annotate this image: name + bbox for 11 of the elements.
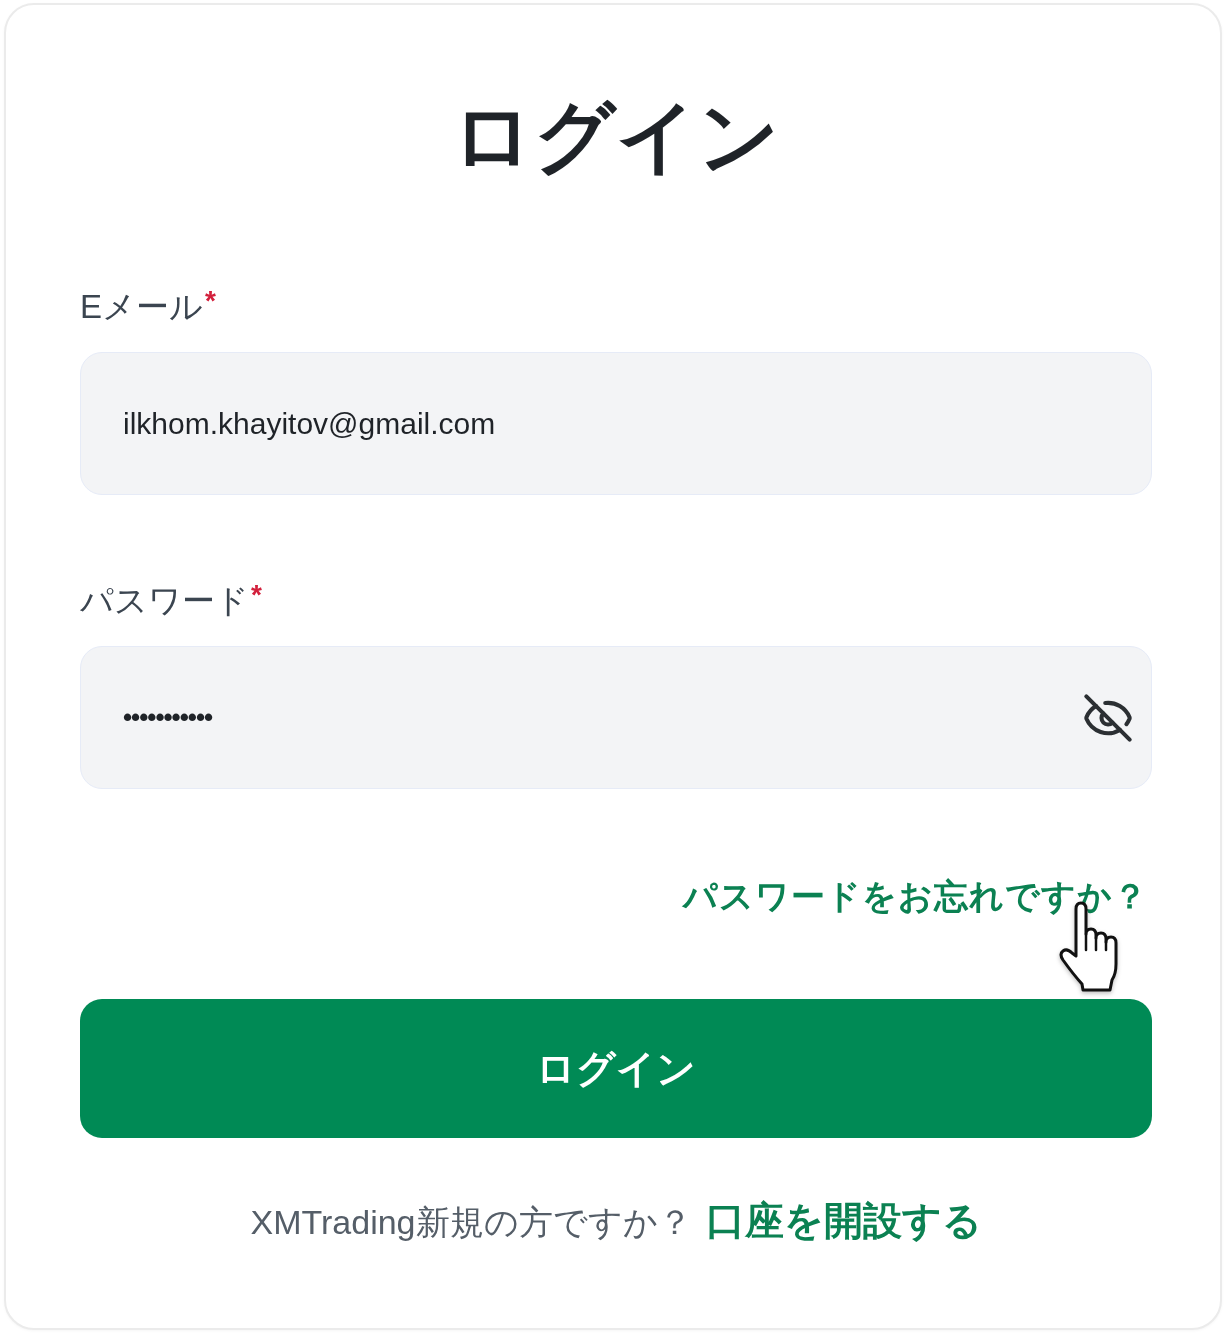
- email-field[interactable]: ilkhom.khayitov@gmail.com: [80, 352, 1152, 495]
- field-label: Eメール: [80, 287, 203, 327]
- open-account-link[interactable]: 口座を開設する: [705, 1199, 982, 1243]
- password-field[interactable]: •••••••••••: [80, 646, 1152, 789]
- required-mark: *: [205, 287, 216, 318]
- field-label: パスワード: [80, 581, 249, 621]
- eye-off-icon[interactable]: [1082, 692, 1134, 744]
- signup-prompt: XMTrading新規の方ですか？: [250, 1202, 692, 1243]
- login-button[interactable]: ログイン: [80, 999, 1152, 1138]
- required-mark: *: [251, 581, 262, 612]
- page-title: ログイン: [452, 91, 780, 183]
